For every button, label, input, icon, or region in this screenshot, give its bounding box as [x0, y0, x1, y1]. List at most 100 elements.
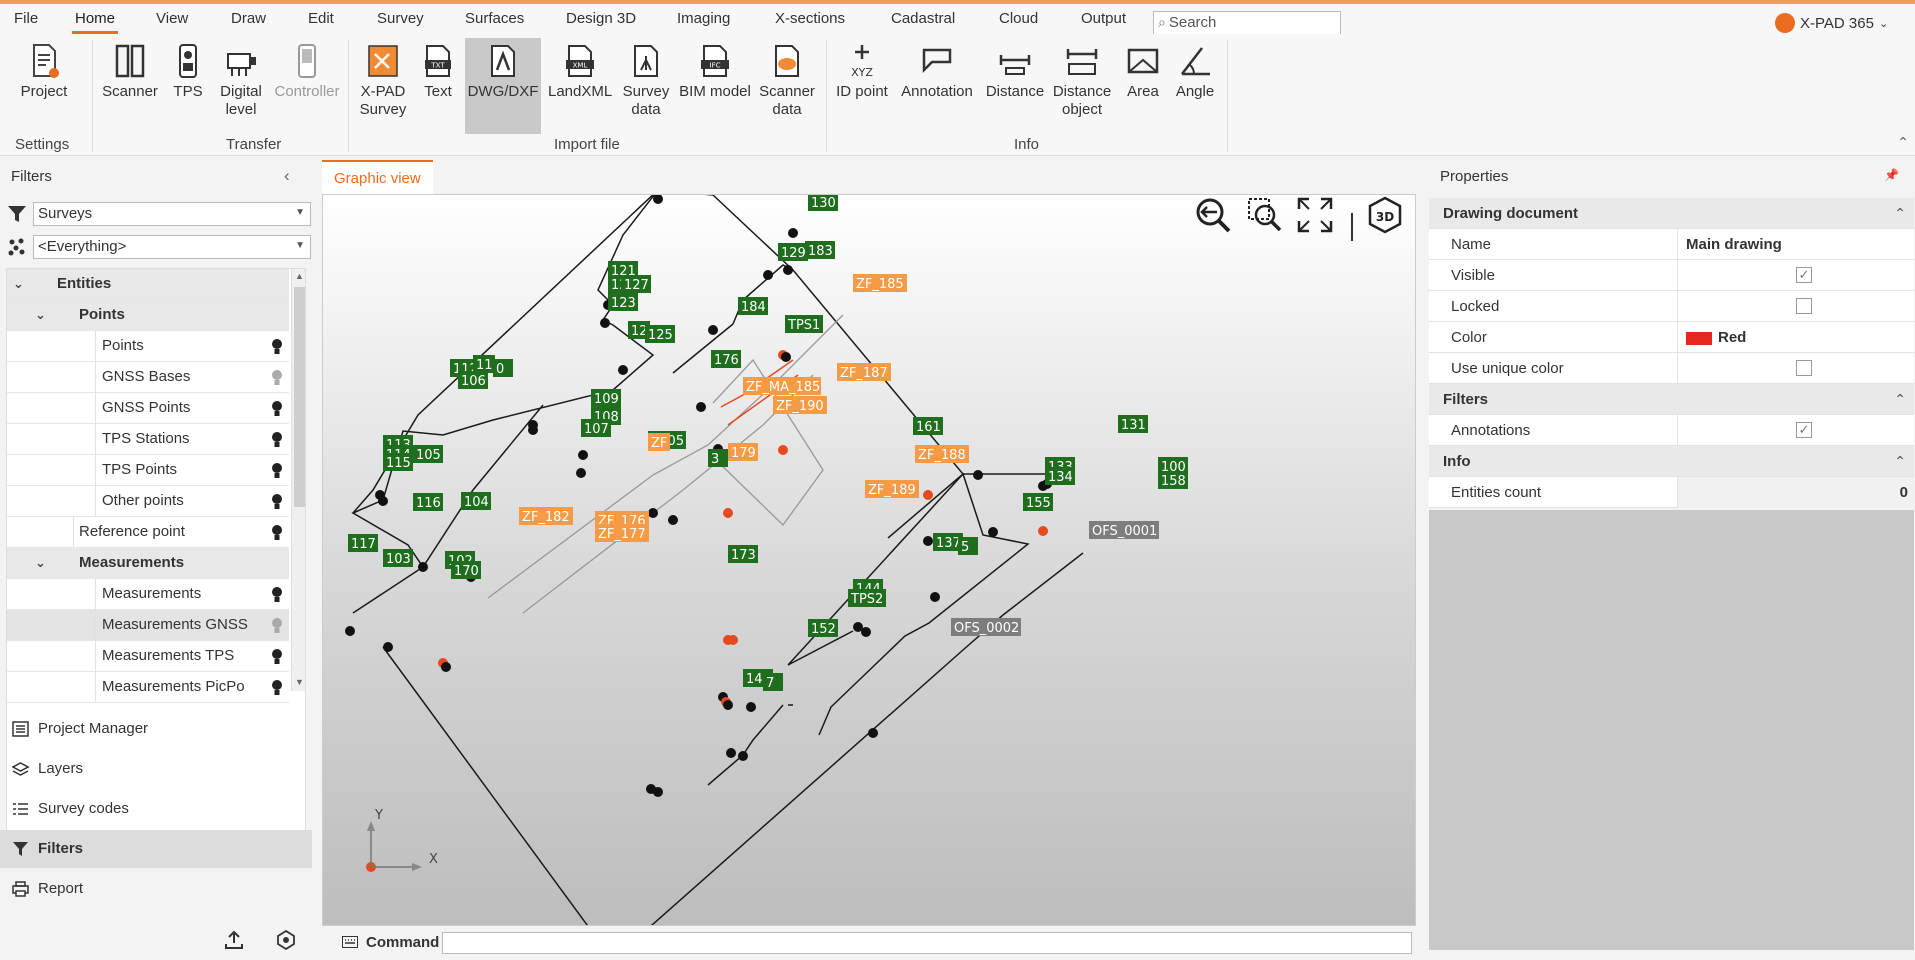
survey-data-button[interactable]: Survey data: [620, 42, 672, 119]
tree-item-tps-stations[interactable]: TPS Stations: [7, 424, 289, 455]
tree-item-gnss-points[interactable]: GNSS Points: [7, 393, 289, 424]
nav-report[interactable]: Report: [0, 870, 312, 908]
visibility-bulb-icon[interactable]: [271, 462, 283, 479]
visibility-bulb-icon[interactable]: [271, 586, 283, 603]
point-label-orange[interactable]: ZF: [648, 433, 670, 451]
tree-group-entities[interactable]: ⌄ Entities: [7, 269, 289, 300]
point-label-orange[interactable]: ZF_185: [853, 274, 907, 292]
point-label-green[interactable]: 127: [621, 275, 651, 293]
search-input[interactable]: ⌕ Search: [1153, 11, 1341, 35]
point-label-green[interactable]: 125: [645, 325, 675, 343]
color-select[interactable]: Red: [1677, 322, 1914, 353]
point-label-green[interactable]: 130: [808, 195, 838, 211]
tree-item-other-points[interactable]: Other points: [7, 486, 289, 517]
distance-object-button[interactable]: Distance object: [1050, 42, 1114, 119]
account-menu[interactable]: X-PAD 365 ⌄: [1775, 12, 1888, 34]
point-label-green[interactable]: TPS1: [785, 315, 823, 333]
point-label-green[interactable]: 176: [711, 350, 741, 368]
pin-icon[interactable]: 📌: [1884, 168, 1899, 182]
area-button[interactable]: Area: [1122, 42, 1164, 101]
tree-item-tps-points[interactable]: TPS Points: [7, 455, 289, 486]
tree-group-measurements[interactable]: ⌄ Measurements: [7, 548, 289, 579]
chevron-left-icon[interactable]: ‹: [284, 166, 290, 186]
nav-survey-codes[interactable]: Survey codes: [0, 790, 312, 828]
menu-x-sections[interactable]: X-sections: [775, 10, 845, 27]
menu-design-3d[interactable]: Design 3D: [566, 10, 636, 27]
menu-edit[interactable]: Edit: [308, 10, 334, 27]
chevron-up-icon[interactable]: ⌃: [1894, 446, 1906, 477]
tree-item-reference-point[interactable]: Reference point: [7, 517, 289, 548]
text-import-button[interactable]: TXT Text: [418, 42, 458, 101]
unique-color-checkbox[interactable]: [1796, 360, 1812, 376]
point-label-green[interactable]: 123: [608, 293, 638, 311]
menu-imaging[interactable]: Imaging: [677, 10, 730, 27]
digital-level-button[interactable]: Digital level: [214, 42, 268, 119]
point-label-green[interactable]: 173: [728, 545, 758, 563]
point-label-green[interactable]: TPS2: [848, 589, 886, 607]
menu-cloud[interactable]: Cloud: [999, 10, 1038, 27]
landxml-button[interactable]: XML LandXML: [548, 42, 612, 101]
visibility-bulb-icon[interactable]: [271, 338, 283, 355]
point-label-green[interactable]: 107: [581, 419, 611, 437]
dwg-dxf-button[interactable]: DWG/DXF: [465, 38, 541, 134]
section-info[interactable]: Info ⌃: [1429, 446, 1914, 477]
entity-filter-select[interactable]: <Everything> ▼: [33, 235, 311, 259]
visibility-bulb-icon[interactable]: [271, 679, 283, 696]
point-label-green[interactable]: 129: [778, 243, 808, 261]
point-label-orange[interactable]: ZF_187: [837, 363, 891, 381]
point-label-green[interactable]: 115: [383, 453, 413, 471]
property-value-name[interactable]: Main drawing: [1677, 229, 1914, 260]
point-label-orange[interactable]: ZF_189: [865, 480, 919, 498]
point-label-green[interactable]: 0: [493, 359, 513, 377]
id-point-button[interactable]: XYZ ID point: [834, 42, 890, 101]
nav-project-manager[interactable]: Project Manager: [0, 710, 312, 748]
menu-survey[interactable]: Survey: [377, 10, 424, 27]
collapse-ribbon-icon[interactable]: ⌃: [1897, 134, 1909, 151]
annotation-button[interactable]: Annotation: [897, 42, 977, 101]
tree-item-measurements-tps[interactable]: Measurements TPS: [7, 641, 289, 672]
point-label-green[interactable]: 104: [461, 492, 491, 510]
tps-button[interactable]: TPS: [168, 42, 208, 101]
point-label-green[interactable]: 5: [958, 537, 978, 555]
survey-filter-select[interactable]: Surveys ▼: [33, 202, 311, 226]
scrollbar-thumb[interactable]: [294, 287, 305, 507]
menu-home[interactable]: Home: [71, 10, 119, 34]
command-input[interactable]: [442, 932, 1412, 954]
visibility-bulb-icon[interactable]: [271, 400, 283, 417]
visible-checkbox[interactable]: ✓: [1796, 267, 1812, 283]
point-label-green[interactable]: 184: [738, 297, 768, 315]
visibility-bulb-icon[interactable]: [271, 648, 283, 665]
nav-layers[interactable]: Layers: [0, 750, 312, 788]
point-label-gray[interactable]: OFS_0002: [951, 618, 1021, 636]
point-label-green[interactable]: 3: [708, 449, 728, 467]
controller-button[interactable]: Controller: [272, 42, 342, 101]
scroll-down-icon[interactable]: ▼: [295, 677, 304, 687]
scanner-data-button[interactable]: Scanner data: [758, 42, 816, 119]
locked-checkbox[interactable]: [1796, 298, 1812, 314]
point-label-green[interactable]: 116: [413, 493, 443, 511]
chevron-up-icon[interactable]: ⌃: [1894, 384, 1906, 415]
xpad-survey-button[interactable]: X-PAD Survey: [356, 42, 410, 119]
menu-file[interactable]: File: [14, 10, 38, 27]
point-label-green[interactable]: 11: [473, 355, 495, 373]
zoom-extents-icon[interactable]: [1295, 195, 1335, 235]
point-label-orange[interactable]: ZF_182: [519, 507, 573, 525]
point-label-orange[interactable]: 179: [728, 443, 758, 461]
point-label-green[interactable]: 161: [913, 417, 943, 435]
menu-view[interactable]: View: [156, 10, 188, 27]
bim-model-button[interactable]: IFC BIM model: [678, 42, 752, 101]
project-button[interactable]: Project: [18, 42, 70, 101]
menu-output[interactable]: Output: [1081, 10, 1126, 27]
tab-graphic-view[interactable]: Graphic view: [322, 160, 433, 194]
visibility-bulb-icon[interactable]: [271, 493, 283, 510]
menu-surfaces[interactable]: Surfaces: [465, 10, 524, 27]
point-label-green[interactable]: 103: [383, 549, 413, 567]
menu-cadastral[interactable]: Cadastral: [891, 10, 955, 27]
point-label-orange[interactable]: ZF_MA_185: [743, 377, 821, 395]
point-label-green[interactable]: 158: [1158, 471, 1188, 489]
annotations-checkbox[interactable]: ✓: [1796, 422, 1812, 438]
point-label-orange[interactable]: ZF_177: [595, 524, 649, 542]
scroll-up-icon[interactable]: ▲: [295, 271, 304, 281]
point-label-green[interactable]: 106: [458, 371, 488, 389]
distance-button[interactable]: Distance: [984, 42, 1046, 101]
